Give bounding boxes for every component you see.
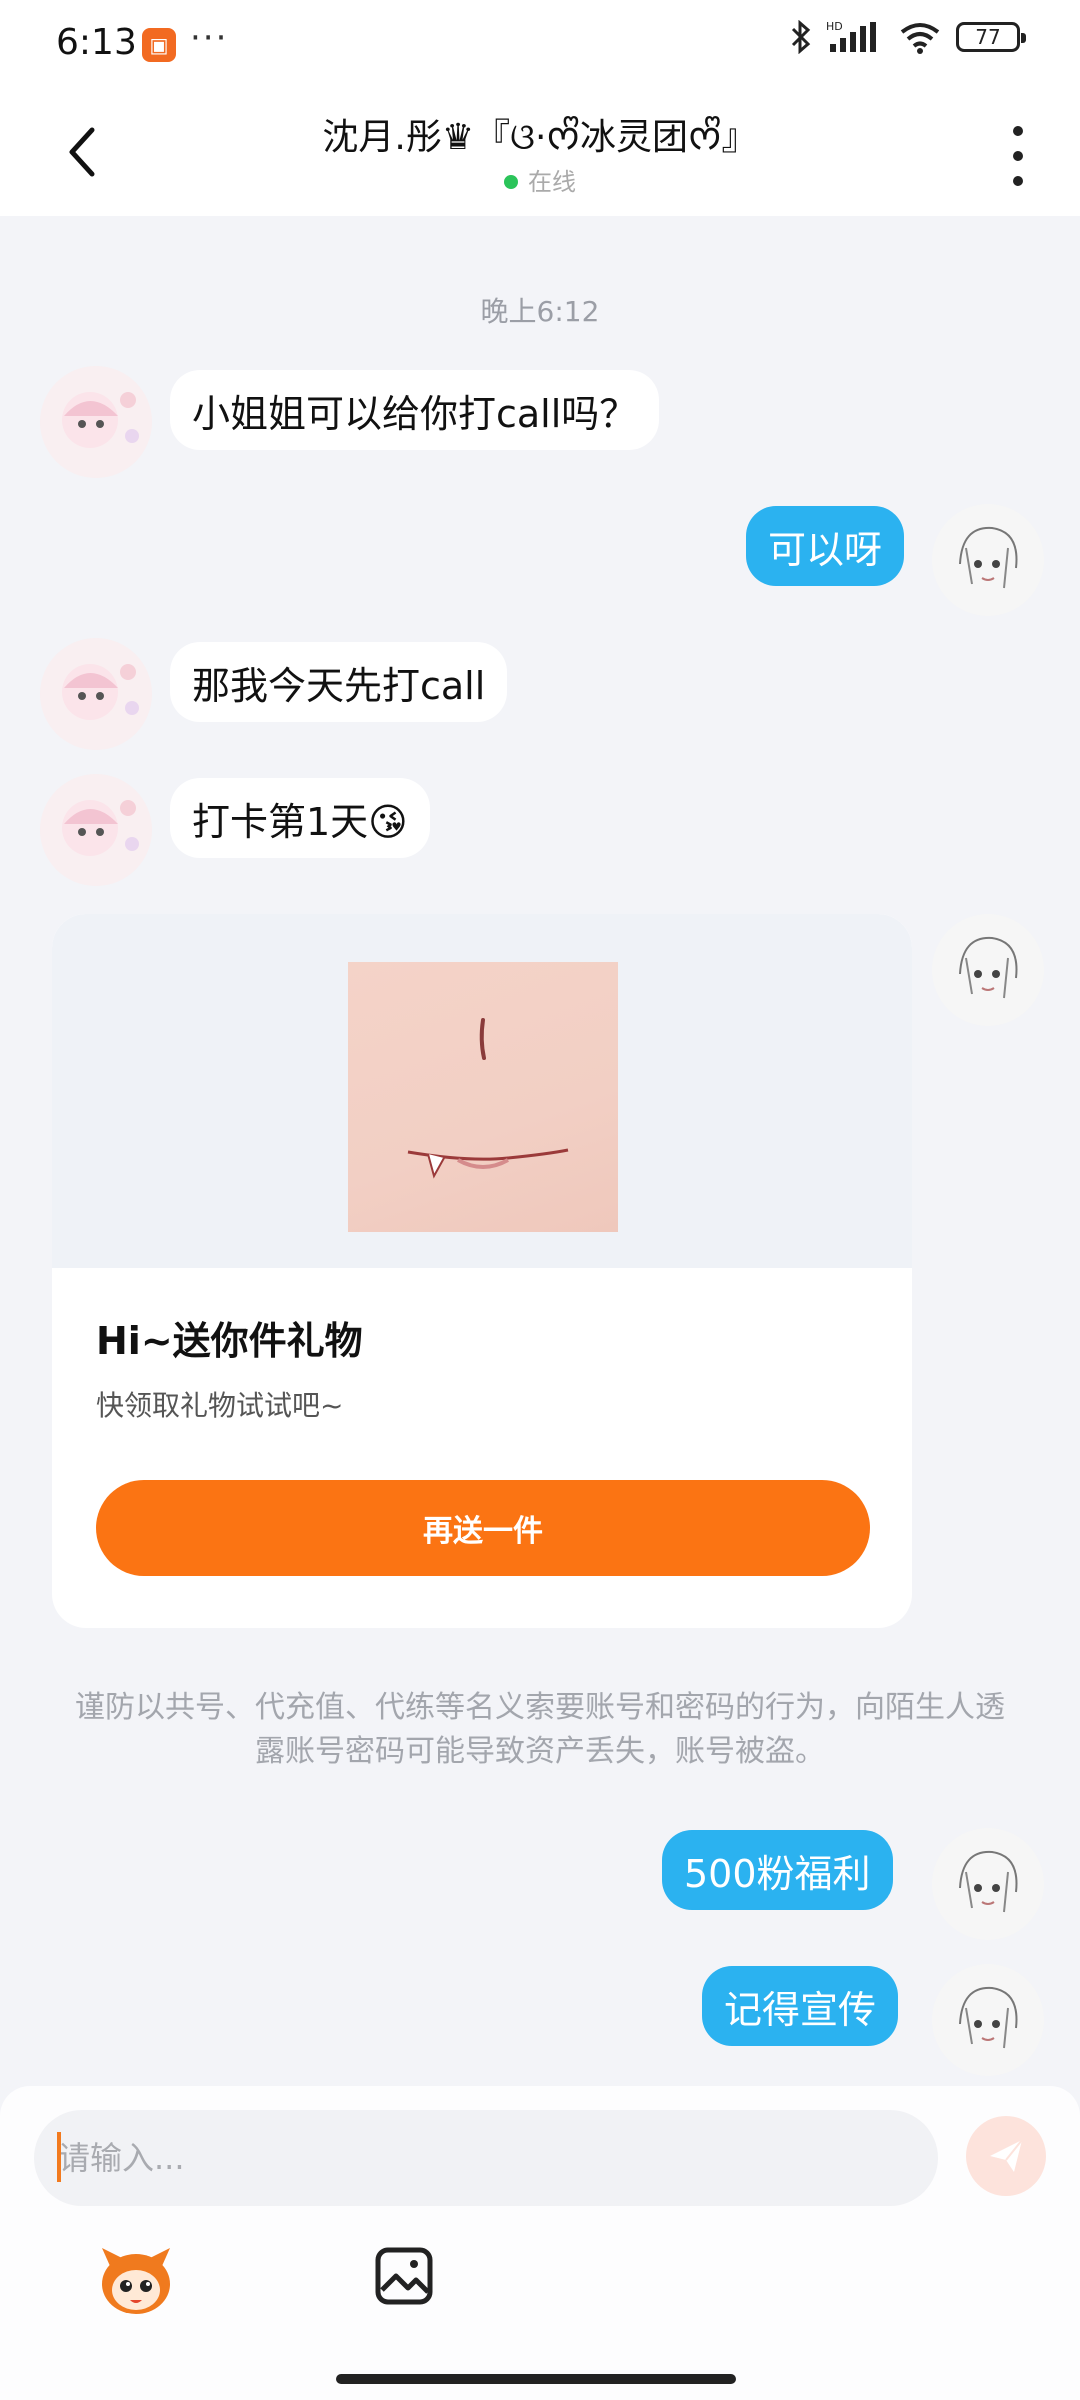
more-notifications-indicator: ··· bbox=[190, 18, 229, 58]
signal-icon: HD bbox=[826, 20, 876, 52]
gift-subtitle: 快领取礼物试试吧~ bbox=[96, 1389, 344, 1422]
incoming-message[interactable]: 小姐姐可以给你打call吗？ bbox=[170, 370, 660, 450]
status-icons: HD 77 bbox=[790, 20, 1026, 54]
send-another-gift-button[interactable]: 再送一件 bbox=[96, 1480, 870, 1576]
message-text: 那我今天先打call bbox=[192, 663, 486, 708]
security-warning: 谨防以共号、代充值、代练等名义索要账号和密码的行为，向陌生人透露账号密码可能导致… bbox=[75, 1690, 1005, 1769]
status-time: 6:13 bbox=[56, 22, 137, 63]
online-dot bbox=[504, 175, 518, 189]
outgoing-message[interactable]: 记得宣传 bbox=[702, 1966, 899, 2046]
svg-text:HD: HD bbox=[826, 20, 843, 33]
gift-title: Hi~送你件礼物 bbox=[96, 1319, 363, 1363]
outgoing-message[interactable]: 可以呀 bbox=[746, 506, 905, 586]
contact-avatar[interactable] bbox=[40, 638, 152, 750]
message-text: 打卡第1天😘 bbox=[192, 799, 408, 844]
image-icon[interactable] bbox=[374, 2246, 434, 2306]
message-timestamp: 晚上6:12 bbox=[480, 295, 600, 328]
send-icon bbox=[990, 2139, 1023, 2172]
my-avatar[interactable] bbox=[932, 1828, 1044, 1940]
chat-title: 沈月.彤♛『ଓ·ᰔᩚ冰灵团ᰔᩚ』 bbox=[322, 117, 758, 158]
my-avatar[interactable] bbox=[932, 914, 1044, 1026]
app-notification-icon: ▣ bbox=[142, 28, 176, 62]
composer bbox=[0, 2086, 1080, 2400]
wifi-icon bbox=[900, 23, 940, 54]
status-bar: 6:13 ▣ ··· HD 77 bbox=[0, 0, 1080, 90]
gift-image bbox=[348, 962, 618, 1232]
contact-avatar[interactable] bbox=[40, 774, 152, 886]
message-text: 记得宣传 bbox=[724, 1987, 877, 2032]
text-caret bbox=[57, 2132, 61, 2182]
more-icon[interactable] bbox=[1006, 126, 1030, 186]
incoming-message[interactable]: 那我今天先打call bbox=[170, 642, 508, 722]
online-status: 在线 bbox=[0, 162, 1080, 197]
message-text: 500粉福利 bbox=[684, 1851, 871, 1896]
message-text: 小姐姐可以给你打call吗？ bbox=[192, 391, 638, 436]
battery-icon: 77 bbox=[956, 22, 1026, 52]
battery-level: 77 bbox=[975, 25, 1001, 49]
chat-header: 沈月.彤♛『ଓ·ᰔᩚ冰灵团ᰔᩚ』 在线 bbox=[0, 90, 1080, 216]
my-avatar[interactable] bbox=[932, 504, 1044, 616]
outgoing-message[interactable]: 500粉福利 bbox=[662, 1830, 893, 1910]
home-indicator[interactable] bbox=[336, 2374, 736, 2384]
incoming-message[interactable]: 打卡第1天😘 bbox=[170, 778, 430, 858]
mascot-icon[interactable] bbox=[96, 2244, 176, 2316]
gift-card[interactable]: Hi~送你件礼物 快领取礼物试试吧~ 再送一件 bbox=[52, 914, 912, 1628]
my-avatar[interactable] bbox=[932, 1964, 1044, 2076]
message-input[interactable] bbox=[34, 2110, 938, 2206]
message-text: 可以呀 bbox=[768, 527, 883, 572]
gift-image-area bbox=[52, 914, 912, 1268]
bluetooth-icon bbox=[791, 20, 811, 54]
contact-avatar[interactable] bbox=[40, 366, 152, 478]
send-button[interactable] bbox=[966, 2116, 1046, 2196]
online-status-text: 在线 bbox=[528, 168, 576, 196]
